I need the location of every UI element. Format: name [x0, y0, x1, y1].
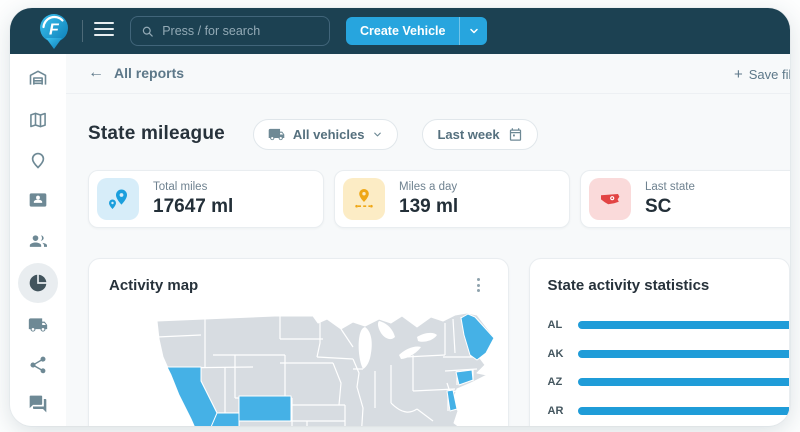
activity-map-card: Activity map [88, 258, 509, 426]
bar-track [577, 349, 789, 358]
sidebar-item-people[interactable] [28, 231, 48, 251]
state-statistics-title: State activity statistics [547, 277, 710, 294]
sidebar-item-map[interactable] [28, 110, 48, 130]
kebab-menu-icon[interactable] [470, 275, 488, 295]
bar-row: AL [548, 319, 789, 331]
stat-value: 17647 ml [153, 195, 234, 217]
bar-category-label: AK [547, 347, 564, 360]
create-vehicle-dropdown[interactable] [459, 17, 487, 45]
save-filter-button[interactable]: + Save filter [734, 66, 790, 83]
charts-row: Activity map State activity statistics A… [88, 258, 790, 426]
svg-text:F: F [49, 22, 60, 39]
create-vehicle-button[interactable]: Create Vehicle [346, 17, 488, 45]
bar [577, 378, 789, 386]
bar-row: AK [548, 348, 789, 360]
create-vehicle-label[interactable]: Create Vehicle [346, 17, 459, 45]
bar-track [577, 378, 789, 386]
period-filter-datepicker[interactable]: Last week [422, 118, 538, 150]
page-title: State mileague [88, 123, 225, 144]
truck-icon [28, 318, 48, 332]
bar-category-label: AZ [547, 376, 563, 388]
sidebar-item-reports[interactable] [18, 263, 58, 303]
hamburger-menu-icon[interactable] [94, 22, 114, 40]
pie-chart-icon [29, 274, 47, 292]
back-label[interactable]: All reports [114, 65, 184, 81]
bar-row: AR [548, 405, 789, 417]
us-map-icon [601, 194, 620, 205]
chat-icon [29, 395, 47, 413]
sidebar-item-location[interactable] [28, 150, 48, 170]
sidebar-item-warehouse[interactable] [28, 68, 48, 88]
calendar-icon [509, 127, 521, 141]
stat-value: SC [645, 195, 672, 217]
topbar-divider [82, 20, 83, 42]
period-filter-label: Last week [437, 126, 500, 142]
sidebar-item-contacts[interactable] [28, 190, 48, 210]
stat-card-miles-a-day: Miles a day 139 ml [334, 170, 570, 228]
bar [577, 406, 789, 415]
stat-card-last-state: Last state SC [580, 170, 790, 228]
bar-category-label: AR [547, 404, 564, 417]
map-icon [30, 112, 46, 128]
bar-track [577, 406, 789, 415]
location-pin-icon [31, 152, 45, 169]
sidebar-item-chat[interactable] [28, 394, 48, 414]
app-window: F Create Vehicle [10, 8, 790, 426]
distance-pin-icon [355, 189, 373, 208]
stat-label: Miles a day [399, 180, 458, 193]
stat-tile [343, 178, 385, 220]
search-input[interactable] [162, 24, 319, 38]
title-row: State mileague All vehicles Last week [88, 118, 790, 150]
back-to-all-reports[interactable]: ← All reports [88, 64, 184, 82]
contacts-icon [29, 193, 47, 207]
bar-category-label: AL [547, 319, 563, 331]
state-statistics-card: State activity statistics ALAKAZARTX [528, 258, 790, 426]
share-icon [30, 356, 46, 374]
stat-tile [97, 178, 139, 220]
search-box[interactable] [130, 16, 330, 46]
stat-card-total-miles: Total miles 17647 ml [88, 170, 324, 228]
warehouse-icon [29, 70, 47, 85]
content-area: ← All reports + Save filter State mileag… [66, 54, 790, 426]
stat-value: 139 ml [399, 195, 459, 217]
app-logo-icon[interactable]: F [36, 12, 72, 52]
sidebar-item-share[interactable] [28, 355, 48, 375]
bar [577, 349, 789, 358]
chevron-down-icon [470, 28, 478, 34]
bar-track [577, 321, 789, 329]
vehicles-filter-dropdown[interactable]: All vehicles [252, 118, 399, 150]
truck-icon [268, 128, 285, 140]
sidebar [10, 54, 66, 426]
chevron-down-icon [374, 132, 382, 136]
people-icon [29, 235, 47, 247]
topbar: F Create Vehicle [10, 8, 790, 54]
vehicles-filter-label: All vehicles [292, 126, 365, 142]
stat-tile [589, 178, 631, 220]
plus-icon: + [734, 66, 743, 83]
state-bars: ALAKAZARTX [548, 319, 789, 426]
activity-map-title: Activity map [109, 277, 199, 294]
us-activity-map [156, 313, 495, 426]
search-icon [142, 26, 153, 37]
report-header-row: ← All reports + Save filter [66, 54, 790, 94]
stat-label: Last state [645, 180, 695, 193]
stats-row: Total miles 17647 ml Miles a day 139 ml [88, 170, 790, 228]
bar-row: AZ [548, 376, 789, 388]
bar [577, 321, 789, 329]
stat-label: Total miles [153, 180, 208, 193]
save-filter-label: Save filter [748, 67, 790, 82]
sidebar-item-vehicles[interactable] [28, 315, 48, 335]
back-arrow-icon[interactable]: ← [88, 64, 104, 82]
map-pins-icon [109, 189, 127, 209]
